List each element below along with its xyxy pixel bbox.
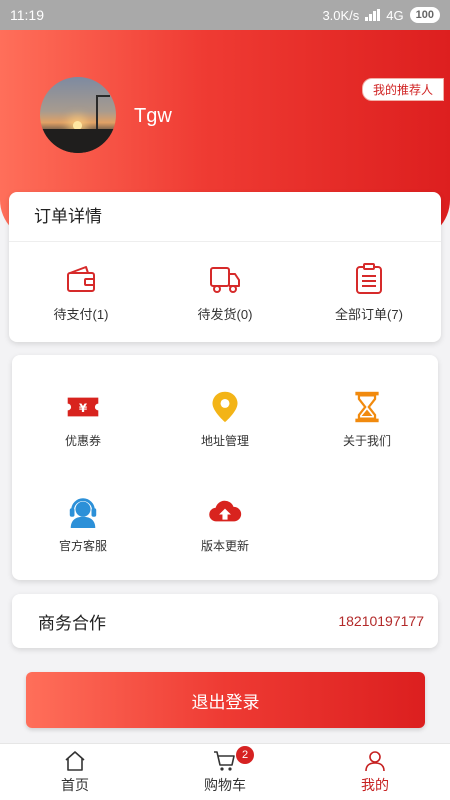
customer-service-entry[interactable]: 官方客服 bbox=[12, 472, 154, 577]
battery-indicator: 100 bbox=[409, 7, 440, 23]
location-pin-icon bbox=[212, 391, 238, 423]
logout-button[interactable]: 退出登录 bbox=[26, 672, 425, 728]
service-label: 优惠券 bbox=[64, 434, 101, 448]
business-cooperation-row[interactable]: 商务合作 18210197177 bbox=[12, 594, 438, 648]
tab-label: 首页 bbox=[61, 777, 89, 793]
version-update-entry[interactable]: 版本更新 bbox=[154, 472, 296, 577]
referrer-button[interactable]: 我的推荐人 bbox=[361, 78, 444, 101]
home-icon bbox=[65, 751, 85, 771]
service-label: 关于我们 bbox=[342, 434, 391, 448]
about-entry[interactable]: 关于我们 bbox=[296, 367, 438, 472]
business-phone[interactable]: 18210197177 bbox=[338, 613, 424, 629]
cart-icon bbox=[214, 751, 235, 771]
cart-count-badge: 2 bbox=[236, 746, 254, 764]
order-card-title: 订单详情 bbox=[9, 192, 441, 242]
signal-icon bbox=[365, 9, 381, 21]
order-item-label: 待支付(1) bbox=[53, 306, 109, 322]
avatar[interactable] bbox=[40, 77, 116, 153]
svg-text:¥: ¥ bbox=[79, 401, 88, 415]
order-status-row: 待支付(1) 待发货(0) 全部订单(7) bbox=[9, 242, 441, 342]
service-label: 官方客服 bbox=[58, 539, 107, 553]
coupon-icon: ¥ bbox=[67, 397, 99, 417]
services-card: ¥ 优惠券 地址管理 关于我们 官方客服 版本更新 bbox=[12, 355, 438, 580]
username: Tgw bbox=[134, 105, 172, 127]
order-all[interactable]: 全部订单(7) bbox=[297, 242, 441, 342]
tab-home[interactable]: 首页 bbox=[0, 744, 150, 800]
network-type: 4G bbox=[386, 7, 404, 23]
status-time: 11:19 bbox=[10, 7, 44, 23]
user-icon bbox=[365, 751, 385, 772]
service-label: 地址管理 bbox=[200, 434, 249, 448]
customer-service-icon bbox=[69, 498, 97, 529]
order-item-label: 待发货(0) bbox=[197, 306, 253, 322]
tab-label: 我的 bbox=[361, 777, 389, 793]
truck-icon bbox=[210, 266, 240, 293]
status-indicators: 3.0K/s 4G 100 bbox=[322, 7, 440, 23]
tab-cart[interactable]: 购物车 2 bbox=[150, 744, 300, 800]
business-label: 商务合作 bbox=[38, 613, 106, 633]
order-item-label: 全部订单(7) bbox=[335, 306, 403, 322]
wallet-icon bbox=[67, 265, 95, 292]
order-list-icon bbox=[356, 262, 382, 294]
coupon-entry[interactable]: ¥ 优惠券 bbox=[12, 367, 154, 472]
order-pending-payment[interactable]: 待支付(1) bbox=[9, 242, 153, 342]
address-entry[interactable]: 地址管理 bbox=[154, 367, 296, 472]
service-label: 版本更新 bbox=[200, 539, 249, 553]
network-speed: 3.0K/s bbox=[322, 7, 360, 23]
hourglass-icon bbox=[355, 391, 379, 423]
tab-mine[interactable]: 我的 bbox=[300, 744, 450, 800]
tab-label: 购物车 bbox=[204, 777, 246, 793]
cloud-upload-icon bbox=[209, 500, 242, 522]
order-card: 订单详情 待支付(1) 待发货(0) 全部订单(7) bbox=[9, 192, 441, 342]
status-bar: 11:19 3.0K/s 4G 100 bbox=[0, 0, 450, 30]
order-pending-shipment[interactable]: 待发货(0) bbox=[153, 242, 297, 342]
bottom-tabbar: 首页 购物车 2 我的 bbox=[0, 743, 450, 800]
